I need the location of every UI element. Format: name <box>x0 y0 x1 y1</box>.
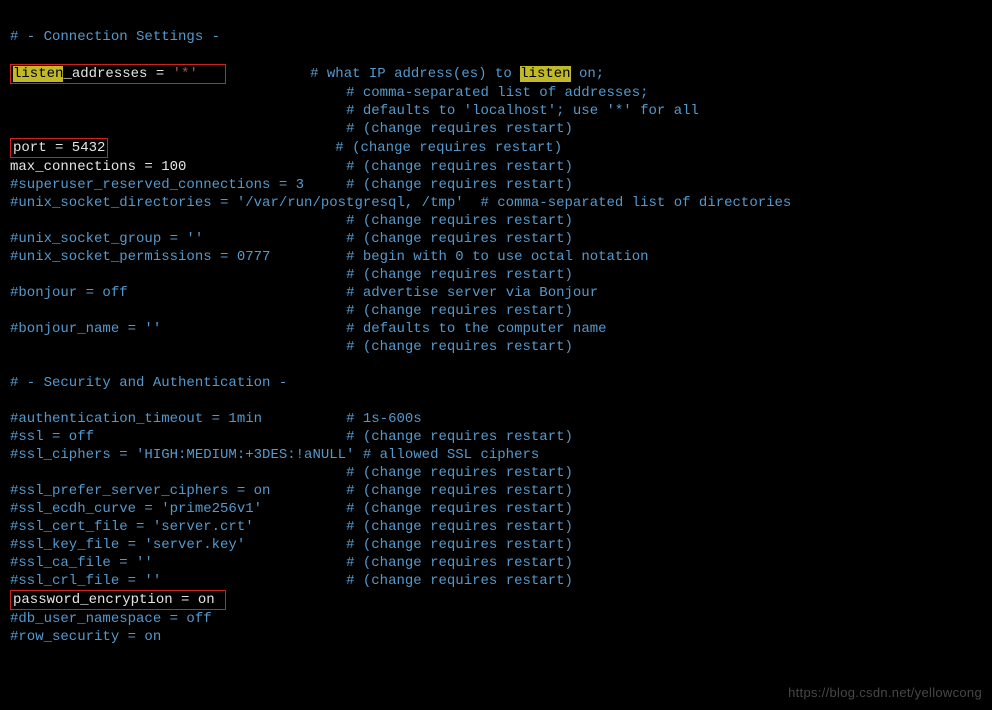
comment: # what IP address(es) to <box>310 66 520 82</box>
comment: # (change requires restart) <box>346 213 573 229</box>
ssl-ciphers-line: #ssl_ciphers = 'HIGH:MEDIUM:+3DES:!aNULL… <box>10 447 539 463</box>
comment: # defaults to 'localhost'; use '*' for a… <box>346 103 699 119</box>
ssl-ecdh-line: #ssl_ecdh_curve = 'prime256v1' <box>10 501 262 517</box>
comment: # (change requires restart) <box>346 555 573 571</box>
comment: # defaults to the computer name <box>346 321 606 337</box>
unix-socket-group-line: #unix_socket_group = '' <box>10 231 203 247</box>
unix-socket-dirs-line: #unix_socket_directories = '/var/run/pos… <box>10 195 791 211</box>
password-encryption-box: password_encryption = on <box>10 590 226 610</box>
ssl-prefer-line: #ssl_prefer_server_ciphers = on <box>10 483 270 499</box>
search-highlight: listen <box>13 66 63 82</box>
comment: on; <box>571 66 605 82</box>
comment: # (change requires restart) <box>346 573 573 589</box>
bonjour-line: #bonjour = off <box>10 285 128 301</box>
auth-timeout-line: #authentication_timeout = 1min <box>10 411 262 427</box>
comment: # (change requires restart) <box>346 303 573 319</box>
comment: # 1s-600s <box>346 411 422 427</box>
comment: # (change requires restart) <box>346 231 573 247</box>
comment: # (change requires restart) <box>346 267 573 283</box>
ssl-key-line: #ssl_key_file = 'server.key' <box>10 537 245 553</box>
comment: # (change requires restart) <box>335 140 562 156</box>
ssl-cert-line: #ssl_cert_file = 'server.crt' <box>10 519 254 535</box>
comment: # (change requires restart) <box>346 465 573 481</box>
comment: # comma-separated list of addresses; <box>346 85 648 101</box>
search-highlight: listen <box>520 66 570 82</box>
comment: # begin with 0 to use octal notation <box>346 249 648 265</box>
comment: # (change requires restart) <box>346 121 573 137</box>
ssl-ca-line: #ssl_ca_file = '' <box>10 555 153 571</box>
max-connections-line: max_connections = 100 <box>10 159 186 175</box>
editor-viewport[interactable]: # - Connection Settings - listen_address… <box>0 0 992 656</box>
comment: # (change requires restart) <box>346 429 573 445</box>
watermark-text: https://blog.csdn.net/yellowcong <box>788 684 982 702</box>
comment: # advertise server via Bonjour <box>346 285 598 301</box>
bonjour-name-line: #bonjour_name = '' <box>10 321 161 337</box>
comment: # (change requires restart) <box>346 483 573 499</box>
ssl-line: #ssl = off <box>10 429 94 445</box>
unix-socket-perm-line: #unix_socket_permissions = 0777 <box>10 249 270 265</box>
comment: # (change requires restart) <box>346 339 573 355</box>
listen-value: '*' <box>173 66 198 82</box>
ssl-crl-line: #ssl_crl_file = '' <box>10 573 161 589</box>
section-header-security: # - Security and Authentication - <box>10 375 287 391</box>
comment: # (change requires restart) <box>346 177 573 193</box>
superuser-reserved-line: #superuser_reserved_connections = 3 <box>10 177 304 193</box>
section-header-connection: # - Connection Settings - <box>10 29 220 45</box>
listen-key-rest: _addresses = <box>63 66 172 82</box>
comment: # (change requires restart) <box>346 537 573 553</box>
db-user-namespace-line: #db_user_namespace = off <box>10 611 212 627</box>
row-security-line: #row_security = on <box>10 629 161 645</box>
listen-addresses-box: listen_addresses = '*' <box>10 64 226 84</box>
comment: # (change requires restart) <box>346 519 573 535</box>
comment: # (change requires restart) <box>346 159 573 175</box>
comment: # (change requires restart) <box>346 501 573 517</box>
port-box: port = 5432 <box>10 138 108 158</box>
